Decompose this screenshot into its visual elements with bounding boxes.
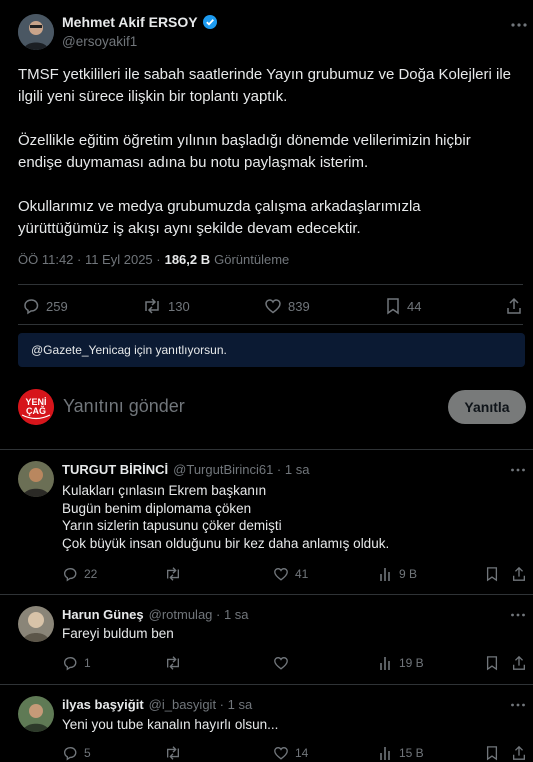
reply-retweet-button[interactable] (164, 566, 188, 582)
reply-author-name[interactable]: TURGUT BİRİNCİ (62, 462, 168, 477)
reply-reply-button[interactable]: 1 (62, 655, 91, 671)
views-count: 15 B (399, 746, 424, 760)
analytics-icon (379, 655, 393, 671)
reply-avatar[interactable] (18, 461, 54, 497)
reply-retweet-button[interactable] (164, 745, 188, 761)
reply-views-button[interactable]: 15 B (379, 745, 424, 761)
like-count: 41 (295, 567, 309, 581)
tweet-paragraph: Okullarımız ve medya grubumuzda çalışma … (18, 196, 523, 240)
retweet-icon (164, 655, 182, 671)
tweet-text: TMSF yetkilileri ile sabah saatlerinde Y… (18, 64, 523, 240)
like-button[interactable]: 839 (264, 297, 310, 315)
reply-count: 259 (46, 298, 68, 314)
reply-text: Yeni you tube kanalın hayırlı olsun... (62, 716, 278, 734)
views-count: 186,2 B (164, 252, 211, 267)
heart-icon (273, 745, 289, 761)
tweet-timestamp[interactable]: ÖÖ 11:42 · 11 Eyl 2025 · (18, 252, 161, 267)
tweet-line: Okullarımız ve medya grubumuzda çalışma … (18, 198, 421, 215)
author-handle[interactable]: @ersoyakif1 (62, 34, 137, 49)
reply-line: Bugün benim diplomama çöken (62, 500, 252, 516)
reply-line: Fareyi buldum ben (62, 626, 174, 641)
reply-avatar[interactable] (18, 606, 54, 642)
reply-count: 5 (84, 746, 91, 760)
author-avatar[interactable] (18, 14, 54, 50)
reply-button[interactable]: 259 (22, 297, 68, 315)
reply-more-icon[interactable] (510, 463, 526, 477)
reply-count: 1 (84, 656, 91, 670)
reply-line: Çok büyük insan olduğunu bir kez daha an… (62, 535, 390, 551)
reply-icon (62, 655, 78, 671)
reply-submit-button[interactable]: Yanıtla (448, 390, 526, 424)
bookmark-icon[interactable] (485, 655, 499, 671)
reply-author-name[interactable]: Harun Güneş (62, 607, 144, 622)
replying-to-banner[interactable]: @Gazete_Yenicag için yanıtlıyorsun. (18, 333, 525, 367)
reply-like-button[interactable]: 41 (273, 566, 308, 582)
views-count: 19 B (399, 656, 424, 670)
like-count: 14 (295, 746, 309, 760)
composer-avatar: YENİ ÇAĞ (18, 389, 54, 425)
analytics-icon (379, 745, 393, 761)
share-icon[interactable] (511, 566, 527, 582)
tweet-line: TMSF yetkilileri ile sabah saatlerinde Y… (18, 66, 512, 83)
retweet-button[interactable]: 130 (142, 297, 190, 315)
bookmark-button[interactable]: 44 (385, 297, 421, 315)
reply-line: Yarın sizlerin tapusunu çöker demişti (62, 518, 282, 533)
bookmark-count: 44 (407, 298, 422, 314)
reply-meta[interactable]: @rotmulag · 1 sa (149, 607, 249, 622)
share-icon[interactable] (511, 655, 527, 671)
composer-avatar-bottom: ÇAĞ (26, 406, 46, 416)
tweet-paragraph: Özellikle eğitim öğretim yılının başladı… (18, 130, 523, 174)
views-count: 9 B (399, 567, 418, 581)
reply-icon (62, 745, 78, 761)
reply-reply-button[interactable]: 22 (62, 566, 97, 582)
bookmark-icon[interactable] (485, 566, 499, 582)
tweet-paragraph: TMSF yetkilileri ile sabah saatlerinde Y… (18, 64, 523, 108)
reply-views-button[interactable]: 9 B (379, 566, 417, 582)
reply-like-button[interactable]: 14 (273, 745, 308, 761)
replying-to-text: @Gazete_Yenicag için yanıtlıyorsun. (31, 343, 227, 357)
reply-author-name[interactable]: ilyas başyiğit (62, 697, 144, 712)
reply-retweet-button[interactable] (164, 655, 188, 671)
tweet-line: ilgili yeni sürece ilişkin bir toplantı … (18, 88, 288, 105)
more-options-icon[interactable] (510, 16, 528, 34)
reply-icon (62, 566, 78, 582)
bookmark-icon[interactable] (485, 745, 499, 761)
share-icon[interactable] (505, 297, 523, 315)
reply-like-button[interactable] (273, 655, 295, 671)
reply-reply-button[interactable]: 5 (62, 745, 91, 761)
reply-line: Kulakları çınlasın Ekrem başkanın (62, 483, 267, 498)
retweet-icon (142, 297, 162, 315)
reply-input[interactable]: Yanıtını gönder (63, 396, 185, 417)
heart-icon (273, 655, 289, 671)
reply-more-icon[interactable] (510, 608, 526, 622)
reply-icon (22, 297, 40, 315)
reply-count: 22 (84, 567, 98, 581)
heart-icon (273, 566, 289, 582)
reply-text: Fareyi buldum ben (62, 625, 174, 643)
views-label: Görüntüleme (214, 252, 290, 267)
tweet-line: Özellikle eğitim öğretim yılının başladı… (18, 132, 471, 149)
reply-meta[interactable]: @TurgutBirinci61 · 1 sa (173, 462, 309, 477)
bookmark-icon (385, 297, 401, 315)
like-count: 839 (288, 298, 310, 314)
reply-views-button[interactable]: 19 B (379, 655, 424, 671)
verified-badge-icon (202, 14, 218, 30)
author-name[interactable]: Mehmet Akif ERSOY (62, 14, 198, 30)
share-icon[interactable] (511, 745, 527, 761)
reply-text: Kulakları çınlasın Ekrem başkanın Bugün … (62, 482, 389, 552)
reply-avatar[interactable] (18, 696, 54, 732)
retweet-icon (164, 566, 182, 582)
retweet-icon (164, 745, 182, 761)
heart-icon (264, 297, 282, 315)
reply-more-icon[interactable] (510, 698, 526, 712)
reply-meta[interactable]: @i_basyigit · 1 sa (149, 697, 253, 712)
tweet-line: yürüttüğümüz iş akışı aynı şekilde devam… (18, 220, 361, 237)
retweet-count: 130 (168, 298, 190, 314)
analytics-icon (379, 566, 393, 582)
reply-submit-label: Yanıtla (464, 399, 510, 415)
tweet-line: endişe duymaması adına bu notu paylaşmak… (18, 154, 369, 171)
reply-line: Yeni you tube kanalın hayırlı olsun... (62, 717, 279, 732)
